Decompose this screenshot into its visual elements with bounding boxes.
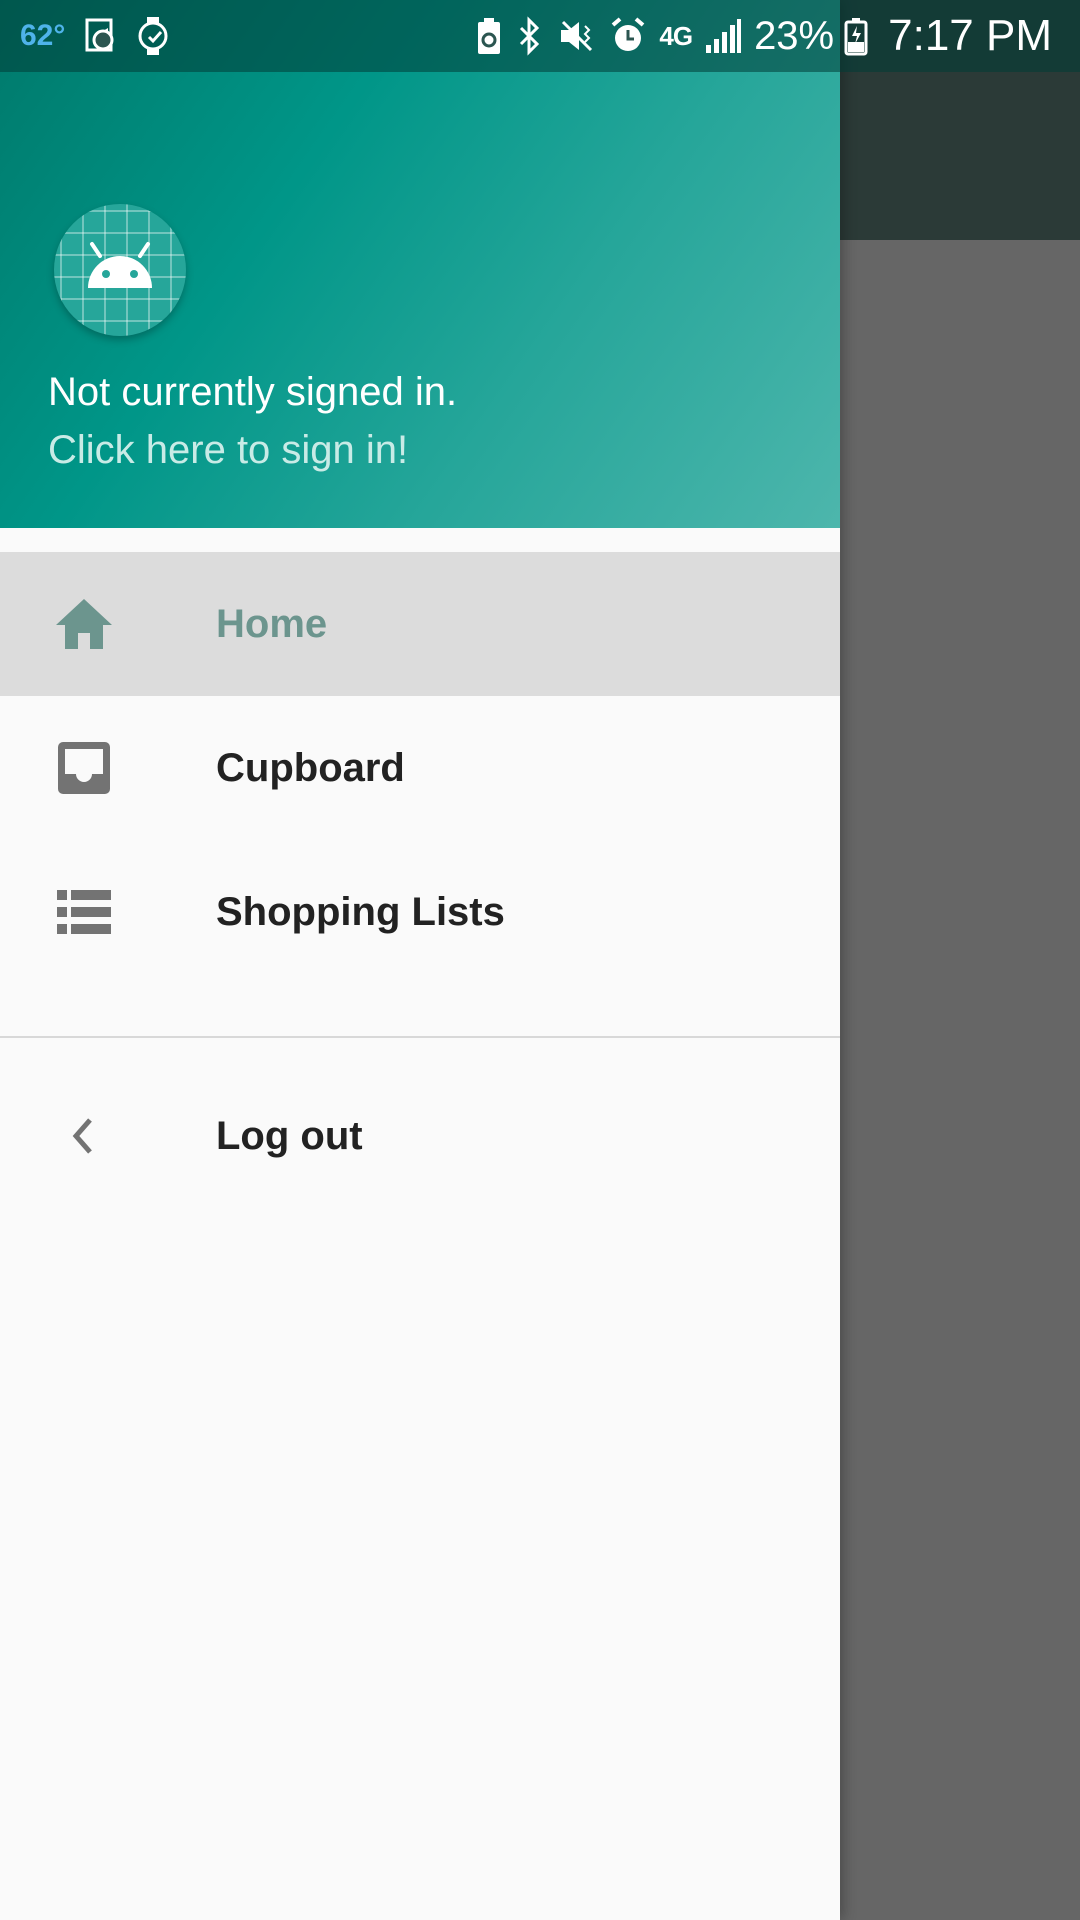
signal-icon [704,17,742,55]
menu-item-home[interactable]: Home [0,552,840,696]
menu-item-label: Shopping Lists [216,889,505,934]
bluetooth-icon [515,16,545,56]
home-icon [54,594,114,654]
avatar[interactable] [54,204,186,336]
drawer-menu: Home Cupboard Shopping Lists Log out [0,552,840,1234]
battery-saver-icon [475,16,503,56]
status-bar: 62° 4G 23% 7:17 PM [0,0,1080,72]
menu-item-label: Home [216,601,328,646]
inbox-icon [54,738,114,798]
menu-item-cupboard[interactable]: Cupboard [0,696,840,840]
battery-charging-icon [844,16,868,56]
drawer-header[interactable]: Not currently signed in. Click here to s… [0,0,840,528]
menu-item-shopping-lists[interactable]: Shopping Lists [0,840,840,984]
android-icon [88,242,152,288]
lte-icon: 4G [659,20,693,51]
sync-icon [83,16,119,56]
status-bar-left: 62° [20,0,189,72]
list-icon [54,882,114,942]
sign-in-link[interactable]: Click here to sign in! [48,428,408,473]
watch-icon [135,15,173,57]
battery-percent: 23% [754,13,835,58]
screen: 62° 4G 23% 7:17 PM Not currently signed … [0,0,1080,1920]
signed-out-message: Not currently signed in. [48,370,458,414]
mute-icon [557,16,597,56]
menu-item-log-out[interactable]: Log out [0,1038,840,1234]
alarm-icon [609,16,647,56]
navigation-drawer: Not currently signed in. Click here to s… [0,0,840,1920]
chevron-left-icon [54,1106,114,1166]
weather-temperature: 62° [20,19,66,52]
clock: 7:17 PM [888,11,1052,60]
menu-spacer [0,984,840,1036]
menu-item-label: Log out [216,1113,363,1158]
status-bar-right: 4G 23% 7:17 PM [475,0,1052,72]
menu-item-label: Cupboard [216,745,405,790]
